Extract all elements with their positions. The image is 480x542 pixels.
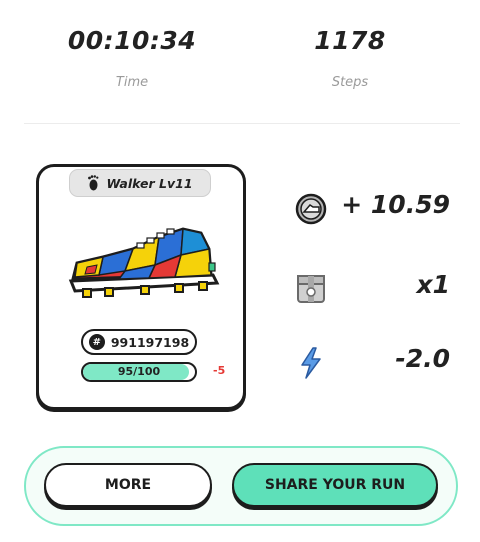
more-button[interactable]: MORE [44, 463, 212, 507]
energy-row: -2.0 [290, 342, 460, 384]
multiplier-value: x1 [416, 270, 450, 299]
sneaker-id: 991197198 [110, 334, 190, 350]
durability-bar: 95/100 [81, 362, 197, 382]
gst-coin-icon [295, 193, 327, 225]
share-run-button[interactable]: SHARE YOUR RUN [232, 463, 438, 507]
sneaker-image [68, 227, 220, 298]
durability-text: 95/100 [117, 365, 161, 378]
sneaker-id-badge: # 991197198 [81, 329, 197, 355]
hash-icon: # [88, 334, 105, 350]
multiplier-row: x1 [290, 268, 460, 310]
steps-value: 1178 [314, 26, 386, 55]
steps-label: Steps [331, 75, 369, 90]
sneaker-type-label: Walker Lv11 [106, 175, 193, 191]
time-label: Time [115, 75, 149, 90]
sneaker-type-tab: Walker Lv11 [69, 169, 211, 197]
action-bar: MORE SHARE YOUR RUN [24, 446, 458, 526]
earnings-value: + 10.59 [341, 190, 450, 219]
stat-time: 00:10:34 Time [32, 24, 232, 90]
durability-delta: -5 [213, 364, 226, 377]
sneaker-card[interactable]: Walker Lv11 # 991197198 95/100 -5 [36, 164, 246, 410]
divider [24, 123, 460, 124]
earnings-row: + 10.59 [290, 188, 460, 230]
time-value: 00:10:34 [67, 26, 197, 55]
energy-value: -2.0 [395, 344, 450, 373]
footprint-icon [88, 175, 99, 191]
mystery-box-icon [297, 275, 325, 303]
stat-steps: 1178 Steps [250, 24, 450, 90]
lightning-bolt-icon [301, 347, 321, 379]
